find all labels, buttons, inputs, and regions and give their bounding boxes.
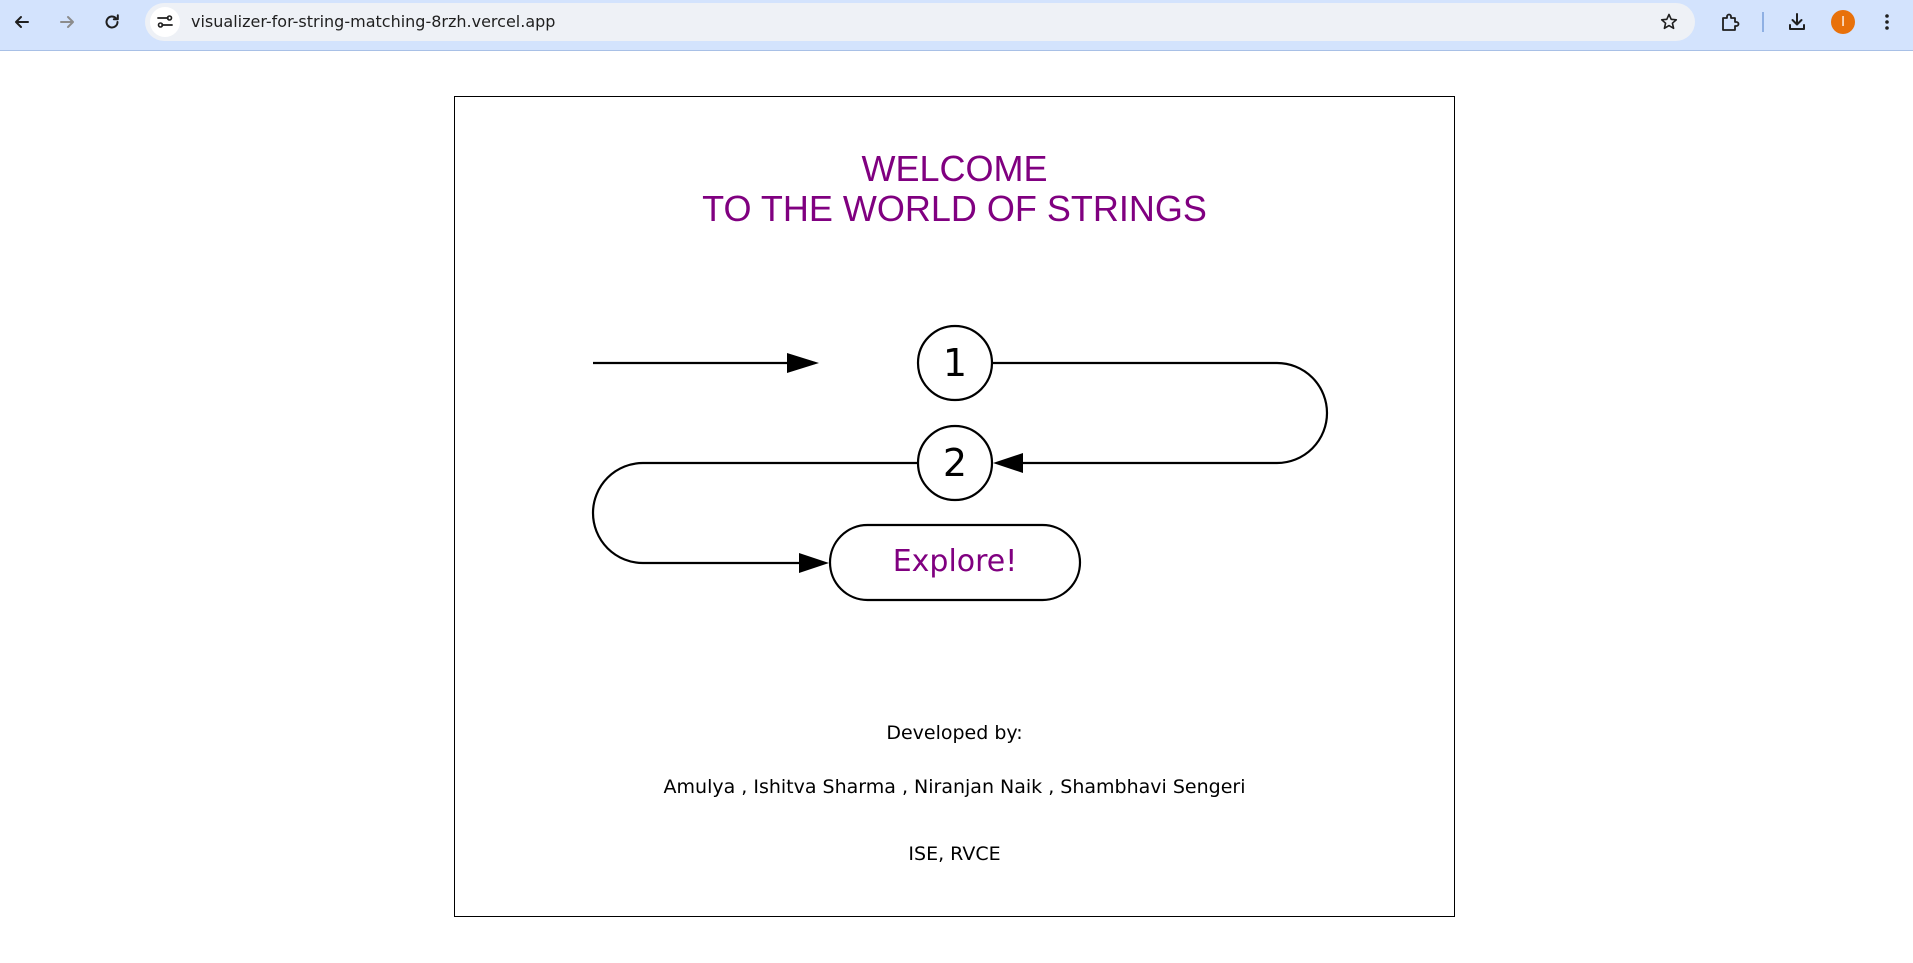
site-info-button[interactable] (150, 7, 180, 37)
site-info-icon (157, 15, 173, 28)
loop-left-arrowhead (799, 553, 829, 573)
address-bar[interactable]: visualizer-for-string-matching-8rzh.verc… (145, 3, 1695, 41)
bookmark-button[interactable] (1655, 8, 1683, 36)
downloads-button[interactable] (1782, 7, 1812, 37)
developed-by-label: Developed by: (886, 722, 1023, 744)
loop-right-connector (993, 361, 1329, 465)
explore-button[interactable]: Explore! (830, 525, 1080, 599)
back-icon (15, 16, 29, 28)
extensions-button[interactable] (1715, 7, 1745, 37)
welcome-card: WELCOME TO THE WORLD OF STRINGS 1 2 Expl… (454, 96, 1455, 917)
entry-arrowhead (787, 353, 819, 373)
loop-right-arrowhead (993, 453, 1023, 473)
url-text[interactable]: visualizer-for-string-matching-8rzh.verc… (191, 3, 555, 41)
back-button[interactable] (6, 6, 38, 38)
bookmark-star-icon (1660, 13, 1678, 30)
browser-menu-button[interactable] (1872, 7, 1902, 37)
node-2-label: 2 (942, 441, 968, 485)
institution-label: ISE, RVCE (908, 843, 1001, 865)
browser-toolbar: visualizer-for-string-matching-8rzh.verc… (0, 0, 1913, 51)
profile-avatar[interactable]: I (1831, 10, 1855, 34)
reload-icon (105, 14, 119, 29)
toolbar-divider (1762, 12, 1764, 32)
forward-icon (60, 16, 74, 28)
forward-button[interactable] (51, 6, 83, 38)
node-1-label: 1 (942, 341, 968, 385)
extensions-icon (1722, 13, 1740, 31)
download-icon (1789, 13, 1805, 30)
developer-names: Amulya , Ishitva Sharma , Niranjan Naik … (663, 776, 1246, 798)
reload-button[interactable] (96, 6, 128, 38)
menu-icon (1885, 14, 1889, 30)
